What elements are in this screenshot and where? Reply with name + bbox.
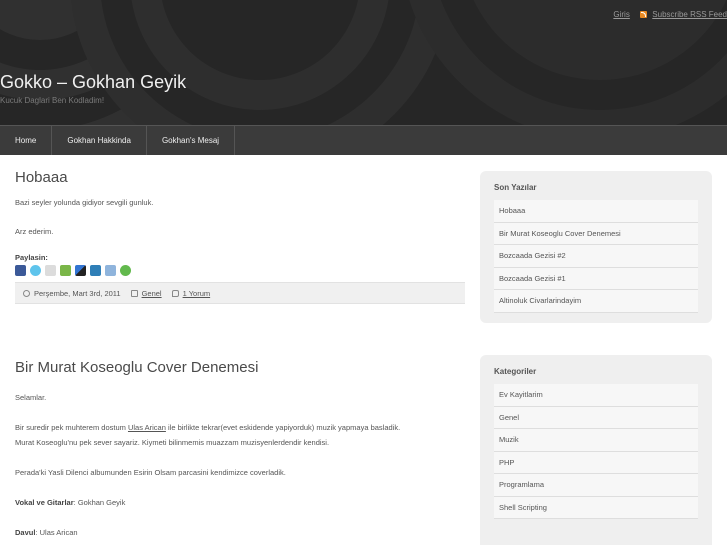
main-content: Hobaaa Bazi seyler yolunda gidiyor sevgi… — [0, 155, 480, 545]
category-link[interactable]: Genel — [494, 406, 698, 429]
technorati-icon[interactable] — [105, 265, 116, 276]
site-description: Kucuk Daglari Ben Kodladim! — [0, 96, 105, 105]
post-paragraph: Bir suredir pek muhterem dostum Ulas Ari… — [15, 420, 465, 450]
post: Bir Murat Koseoglu Cover Denemesi Selaml… — [15, 359, 465, 540]
category-link[interactable]: Muzik — [494, 429, 698, 452]
post-paragraph: Selamlar. — [15, 393, 47, 402]
widget-title: Son Yazılar — [494, 183, 537, 192]
recent-post-link[interactable]: Altinoluk Civarlarindayim — [494, 290, 698, 313]
recent-posts-widget: Son Yazılar Hobaaa Bir Murat Koseoglu Co… — [480, 171, 712, 323]
linkedin-icon[interactable] — [90, 265, 101, 276]
clock-icon — [23, 289, 30, 297]
post-text: Murat Koseoglu'nu pek sever sayariz. Kiy… — [15, 438, 330, 447]
post-date: Perşembe, Mart 3rd, 2011 — [34, 288, 121, 298]
category-link[interactable]: Shell Scripting — [494, 496, 698, 519]
rss-icon — [640, 11, 648, 18]
site-header: Giris Subscribe RSS Feed Gokko – Gokhan … — [0, 0, 727, 125]
category-link[interactable]: Ev Kayitlarim — [494, 384, 698, 407]
widget-title: Kategoriler — [494, 367, 537, 376]
vocal-label: Vokal ve Gitarlar — [15, 498, 74, 507]
post-text: ile birlikte tekrar(evet eskidende yapiy… — [165, 423, 401, 432]
top-links: Giris Subscribe RSS Feed — [613, 10, 727, 19]
post-title[interactable]: Bir Murat Koseoglu Cover Denemesi — [15, 359, 465, 376]
post: Hobaaa Bazi seyler yolunda gidiyor sevgi… — [15, 169, 465, 304]
post-text: Bir suredir pek muhterem dostum — [15, 423, 128, 432]
category-link[interactable]: PHP — [494, 451, 698, 474]
twitter-icon[interactable] — [30, 265, 41, 276]
post-paragraph: Bazi seyler yolunda gidiyor sevgili gunl… — [15, 198, 154, 207]
nav-item-home[interactable]: Home — [0, 126, 53, 155]
share-icons — [15, 265, 465, 276]
post-paragraph: Vokal ve Gitarlar: Gokhan Geyik — [15, 495, 465, 510]
category-icon — [130, 289, 138, 297]
post-paragraph: Arz ederim. — [15, 227, 54, 236]
post-title[interactable]: Hobaaa — [15, 169, 465, 186]
google-icon[interactable] — [60, 265, 71, 276]
drum-label: Davul — [15, 528, 36, 537]
recent-post-link[interactable]: Bozcaada Gezisi #2 — [494, 245, 698, 268]
post-paragraph: Davul: Ulas Arican — [15, 525, 465, 540]
site-title[interactable]: Gokko – Gokhan Geyik — [0, 72, 186, 93]
drum-value: : Ulas Arican — [35, 528, 78, 537]
recent-post-link[interactable]: Bir Murat Koseoglu Cover Denemesi — [494, 222, 698, 245]
delicious-icon[interactable] — [75, 265, 86, 276]
vocal-value: : Gokhan Geyik — [73, 498, 126, 507]
category-link[interactable]: Programlama — [494, 474, 698, 497]
post-category-link[interactable]: Genel — [142, 289, 162, 298]
digg-icon[interactable] — [45, 265, 56, 276]
rss-feed-link[interactable]: Subscribe RSS Feed — [652, 10, 727, 19]
comment-icon — [171, 289, 179, 297]
categories-widget: Kategoriler Ev Kayitlarim Genel Muzik PH… — [480, 355, 712, 545]
share-label: Paylasin: — [15, 253, 48, 262]
facebook-icon[interactable] — [15, 265, 26, 276]
stumbleupon-icon[interactable] — [120, 265, 131, 276]
ulas-arican-link[interactable]: Ulas Arican — [128, 423, 166, 432]
recent-post-link[interactable]: Bozcaada Gezisi #1 — [494, 267, 698, 290]
post-comments-link[interactable]: 1 Yorum — [183, 289, 211, 298]
login-link[interactable]: Giris — [613, 10, 629, 19]
post-meta: Perşembe, Mart 3rd, 2011 Genel 1 Yorum — [15, 282, 465, 304]
nav-item-gokhan-hakkinda[interactable]: Gokhan Hakkinda — [52, 126, 147, 155]
nav-item-gokhans-mesaj[interactable]: Gokhan's Mesaj — [147, 126, 236, 155]
recent-post-link[interactable]: Hobaaa — [494, 200, 698, 223]
main-navigation: Home Gokhan Hakkinda Gokhan's Mesaj — [0, 125, 727, 155]
post-paragraph: Perada'ki Yasli Dilenci albumunden Esiri… — [15, 468, 286, 477]
